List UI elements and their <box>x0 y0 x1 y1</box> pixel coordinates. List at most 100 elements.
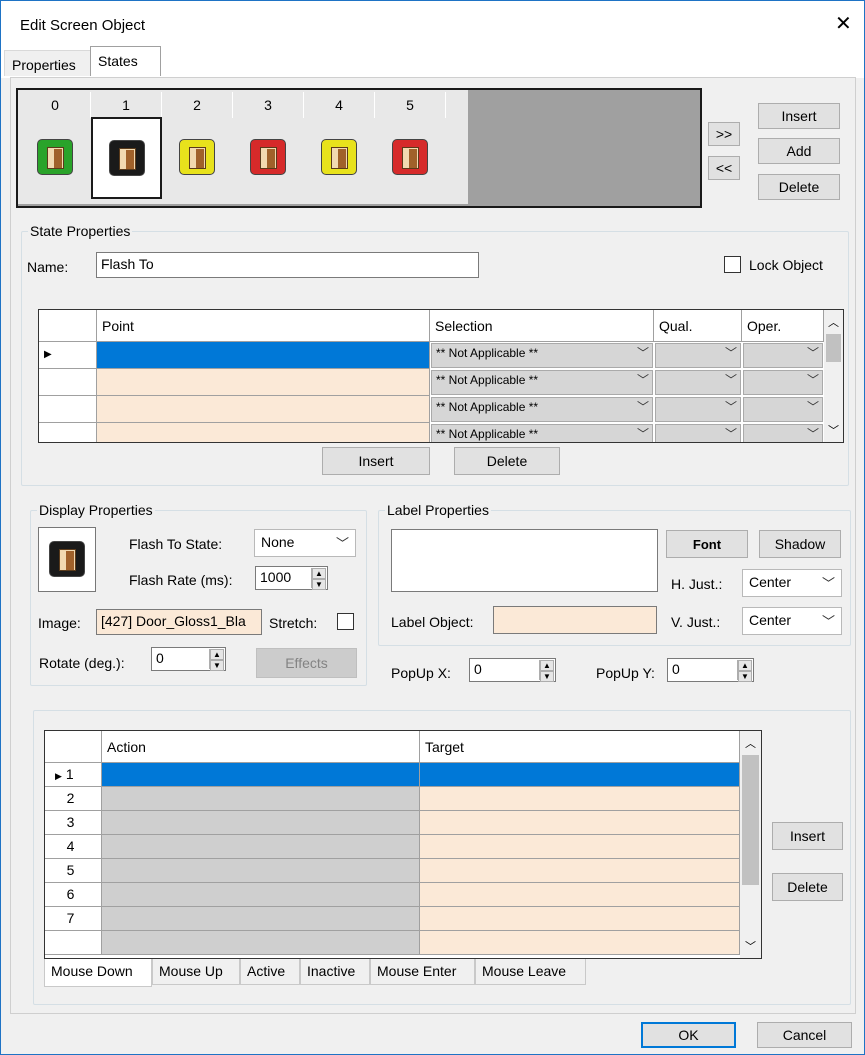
tab-mouse-up[interactable]: Mouse Up <box>152 959 240 985</box>
row-header[interactable] <box>39 423 97 442</box>
tab-properties[interactable]: Properties <box>4 50 91 76</box>
action-cell[interactable] <box>102 859 420 883</box>
state-number-5[interactable]: 5 <box>375 92 446 118</box>
stretch-checkbox[interactable] <box>337 613 354 630</box>
action-row-header[interactable]: 4 <box>45 835 102 859</box>
shadow-button[interactable]: Shadow <box>759 530 841 558</box>
scroll-down-icon[interactable]: ﹀ <box>745 938 756 954</box>
qual-combo[interactable]: ﹀ <box>655 343 741 368</box>
tab-inactive[interactable]: Inactive <box>300 959 370 985</box>
point-cell[interactable] <box>97 423 430 442</box>
state-number-1[interactable]: 1 <box>91 92 162 118</box>
qual-combo[interactable]: ﹀ <box>655 397 741 422</box>
state-cell-1[interactable] <box>91 117 162 199</box>
action-row-header[interactable]: ▶ 1 <box>45 763 102 787</box>
spin-up-icon[interactable]: ▲ <box>738 660 752 671</box>
effects-button[interactable]: Effects <box>256 648 357 678</box>
state-number-4[interactable]: 4 <box>304 92 375 118</box>
scroll-down-icon[interactable]: ﹀ <box>828 422 839 438</box>
insert-action-button[interactable]: Insert <box>772 822 843 850</box>
cancel-button[interactable]: Cancel <box>757 1022 852 1048</box>
scroll-up-icon[interactable]: ︿ <box>828 314 839 330</box>
action-cell[interactable] <box>102 931 420 955</box>
state-cell-4[interactable] <box>305 117 374 197</box>
flash-to-state-dropdown[interactable]: None ﹀ <box>254 529 356 557</box>
action-cell[interactable] <box>102 763 420 787</box>
points-scrollbar[interactable]: ︿ ﹀ <box>824 310 843 442</box>
flash-rate-spinner[interactable]: 1000 ▲ ▼ <box>255 566 328 590</box>
row-header[interactable] <box>39 396 97 423</box>
actions-scrollbar[interactable]: ︿ ﹀ <box>740 731 761 958</box>
popup-y-spinner[interactable]: 0 ▲ ▼ <box>667 658 754 682</box>
delete-point-button[interactable]: Delete <box>454 447 560 475</box>
target-cell[interactable] <box>420 907 740 931</box>
oper-combo[interactable]: ﹀ <box>743 343 823 368</box>
selection-combo[interactable]: ** Not Applicable ** ﹀ <box>431 370 653 395</box>
h-just-dropdown[interactable]: Center ﹀ <box>742 569 842 597</box>
target-cell[interactable] <box>420 787 740 811</box>
scroll-up-icon[interactable]: ︿ <box>745 735 756 751</box>
state-cell-0[interactable] <box>21 117 90 197</box>
oper-combo[interactable]: ﹀ <box>743 370 823 395</box>
state-number-2[interactable]: 2 <box>162 92 233 118</box>
v-just-dropdown[interactable]: Center ﹀ <box>742 607 842 635</box>
state-number-3[interactable]: 3 <box>233 92 304 118</box>
state-cell-2[interactable] <box>163 117 232 197</box>
tab-mouse-down[interactable]: Mouse Down <box>44 959 152 987</box>
tab-active[interactable]: Active <box>240 959 300 985</box>
next-state-button[interactable]: >> <box>708 122 740 146</box>
state-number-0[interactable]: 0 <box>20 92 91 118</box>
target-cell[interactable] <box>420 811 740 835</box>
tab-states[interactable]: States <box>90 46 161 76</box>
point-cell[interactable] <box>97 342 430 369</box>
selection-combo[interactable]: ** Not Applicable ** ﹀ <box>431 397 653 422</box>
insert-point-button[interactable]: Insert <box>322 447 430 475</box>
scroll-thumb[interactable] <box>826 334 841 362</box>
action-cell[interactable] <box>102 811 420 835</box>
action-row-header[interactable]: 6 <box>45 883 102 907</box>
oper-combo[interactable]: ﹀ <box>743 397 823 422</box>
rotate-spinner[interactable]: 0 ▲ ▼ <box>151 647 226 671</box>
spin-down-icon[interactable]: ▼ <box>738 671 752 682</box>
label-object-field[interactable] <box>493 606 657 634</box>
close-icon[interactable]: ✕ <box>835 11 852 36</box>
action-cell[interactable] <box>102 907 420 931</box>
tab-mouse-leave[interactable]: Mouse Leave <box>475 959 586 985</box>
row-header[interactable]: ▶ <box>39 342 97 369</box>
add-state-button[interactable]: Add <box>758 138 840 164</box>
spin-up-icon[interactable]: ▲ <box>312 568 326 579</box>
action-row-header[interactable]: 2 <box>45 787 102 811</box>
state-cell-3[interactable] <box>234 117 303 197</box>
target-cell[interactable] <box>420 931 740 955</box>
name-input[interactable]: Flash To <box>96 252 479 278</box>
spin-down-icon[interactable]: ▼ <box>312 579 326 590</box>
scroll-thumb[interactable] <box>742 755 759 885</box>
insert-state-button[interactable]: Insert <box>758 103 840 129</box>
point-cell[interactable] <box>97 369 430 396</box>
lock-object-checkbox[interactable] <box>724 256 741 273</box>
tab-mouse-enter[interactable]: Mouse Enter <box>370 959 475 985</box>
label-text-area[interactable] <box>391 529 658 592</box>
selection-combo[interactable]: ** Not Applicable ** ﹀ <box>431 424 653 442</box>
spin-down-icon[interactable]: ▼ <box>540 671 554 682</box>
target-cell[interactable] <box>420 883 740 907</box>
delete-action-button[interactable]: Delete <box>772 873 843 901</box>
popup-x-spinner[interactable]: 0 ▲ ▼ <box>469 658 556 682</box>
font-button[interactable]: Font <box>666 530 748 558</box>
prev-state-button[interactable]: << <box>708 156 740 180</box>
target-cell[interactable] <box>420 763 740 787</box>
image-field[interactable]: [427] Door_Gloss1_Bla <box>96 609 262 635</box>
action-cell[interactable] <box>102 835 420 859</box>
state-cell-5[interactable] <box>376 117 445 197</box>
spin-up-icon[interactable]: ▲ <box>210 649 224 660</box>
ok-button[interactable]: OK <box>641 1022 736 1048</box>
action-cell[interactable] <box>102 787 420 811</box>
action-cell[interactable] <box>102 883 420 907</box>
spin-down-icon[interactable]: ▼ <box>210 660 224 671</box>
row-header[interactable] <box>39 369 97 396</box>
selection-combo[interactable]: ** Not Applicable ** ﹀ <box>431 343 653 368</box>
action-row-header[interactable]: 3 <box>45 811 102 835</box>
target-cell[interactable] <box>420 859 740 883</box>
action-row-header[interactable]: 5 <box>45 859 102 883</box>
qual-combo[interactable]: ﹀ <box>655 424 741 442</box>
